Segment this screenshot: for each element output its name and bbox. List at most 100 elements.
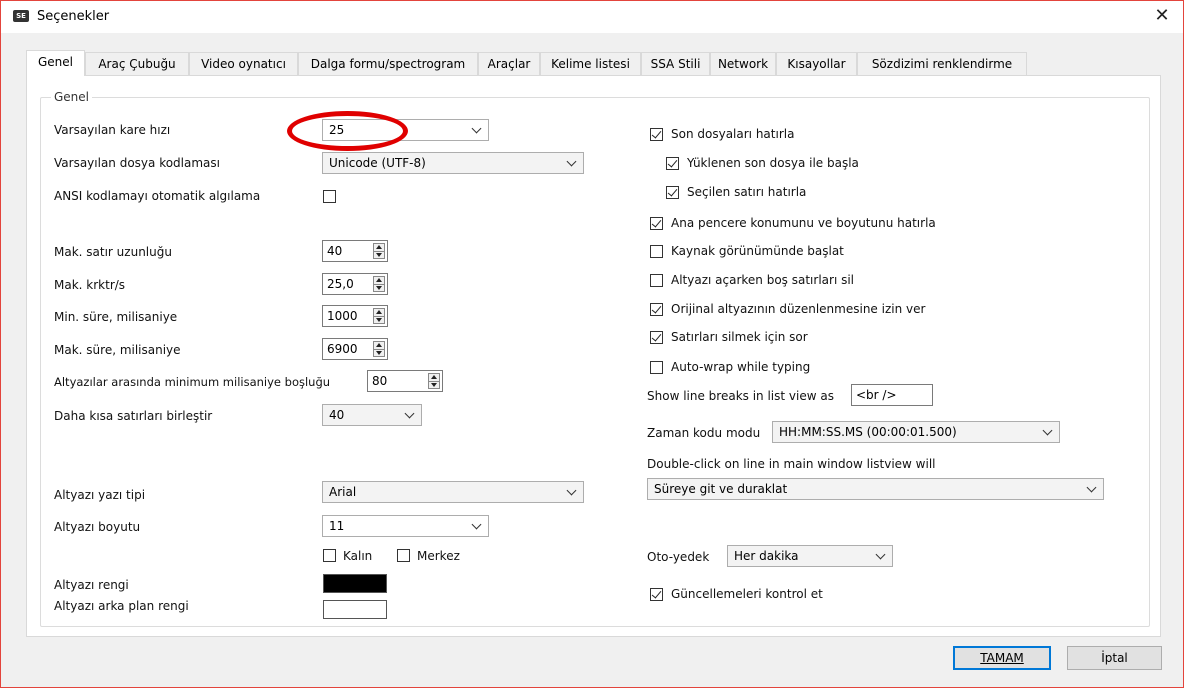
- option-label-6: Orijinal altyazının düzenlenmesine izin …: [671, 302, 926, 316]
- auto-backup-label: Oto-yedek: [647, 550, 710, 564]
- chevron-down-icon: [1042, 425, 1053, 436]
- subtitle-color-swatch[interactable]: [323, 574, 387, 593]
- app-icon: SE: [13, 10, 29, 22]
- timecode-combo[interactable]: HH:MM:SS.MS (00:00:01.500): [772, 421, 1060, 443]
- double-click-combo[interactable]: Süreye git ve duraklat: [647, 478, 1104, 500]
- double-click-label: Double-click on line in main window list…: [647, 457, 936, 471]
- subtitle-color-label: Altyazı rengi: [54, 578, 129, 592]
- max-cps-label: Mak. krktr/s: [54, 278, 126, 292]
- ansi-checkbox[interactable]: [323, 190, 336, 203]
- chevron-down-icon: [471, 123, 482, 134]
- encoding-combo[interactable]: Unicode (UTF-8): [322, 152, 584, 174]
- check-updates-label: Güncellemeleri kontrol et: [671, 587, 823, 601]
- option-label-5: Altyazı açarken boş satırları sil: [671, 273, 855, 287]
- tab-network[interactable]: Network: [710, 52, 776, 75]
- line-breaks-label: Show line breaks in list view as: [647, 389, 834, 403]
- group-genel: Genel Varsayılan kare hızı 25 Varsayılan…: [40, 90, 1150, 627]
- ok-label: TAMAM: [980, 651, 1024, 665]
- option-checkbox-8[interactable]: [650, 361, 663, 374]
- title-bar: SE Seçenekler ✕: [1, 1, 1183, 33]
- tab-video-oynatici[interactable]: Video oynatıcı: [189, 52, 298, 75]
- merge-lines-combo[interactable]: 40: [322, 404, 422, 426]
- spin-buttons[interactable]: [373, 243, 385, 259]
- spin-buttons[interactable]: [373, 341, 385, 357]
- spin-buttons[interactable]: [428, 373, 440, 389]
- tab-sozdizimi[interactable]: Sözdizimi renklendirme: [857, 52, 1027, 75]
- max-duration-value: 6900: [327, 342, 358, 356]
- option-checkbox-0[interactable]: [650, 128, 663, 141]
- options-window: SE Seçenekler ✕ Genel Araç Çubuğu Video …: [0, 0, 1184, 688]
- option-label-4: Kaynak görünümünde başlat: [671, 244, 844, 258]
- min-gap-value: 80: [372, 374, 388, 388]
- min-duration-label: Min. süre, milisaniye: [54, 310, 178, 324]
- tab-arac-cubugu[interactable]: Araç Çubuğu: [85, 52, 189, 75]
- font-size-label: Altyazı boyutu: [54, 520, 141, 534]
- bold-checkbox[interactable]: [323, 549, 336, 562]
- auto-backup-combo[interactable]: Her dakika: [727, 545, 893, 567]
- chevron-down-icon: [875, 549, 886, 560]
- tab-kelime-listesi[interactable]: Kelime listesi: [540, 52, 641, 75]
- encoding-label: Varsayılan dosya kodlaması: [54, 156, 220, 170]
- center-checkbox[interactable]: [397, 549, 410, 562]
- max-line-length-value: 40: [327, 244, 343, 258]
- subtitle-bg-color-swatch[interactable]: [323, 600, 387, 619]
- option-label-8: Auto-wrap while typing: [671, 360, 811, 374]
- max-cps-value: 25,0: [327, 277, 354, 291]
- close-icon[interactable]: ✕: [1151, 5, 1173, 27]
- window-title: Seçenekler: [37, 9, 110, 24]
- chevron-down-icon: [1086, 482, 1097, 493]
- tab-dalga-formu[interactable]: Dalga formu/spectrogram: [298, 52, 478, 75]
- line-breaks-input[interactable]: <br />: [851, 384, 933, 406]
- auto-backup-value: Her dakika: [734, 549, 799, 563]
- font-label: Altyazı yazı tipi: [54, 488, 146, 502]
- tab-araclar[interactable]: Araçlar: [478, 52, 540, 75]
- option-checkbox-3[interactable]: [650, 217, 663, 230]
- merge-lines-label: Daha kısa satırları birleştir: [54, 409, 213, 423]
- timecode-label: Zaman kodu modu: [647, 426, 761, 440]
- max-cps-stepper[interactable]: 25,0: [322, 273, 388, 295]
- chevron-down-icon: [566, 485, 577, 496]
- max-duration-label: Mak. süre, milisaniye: [54, 343, 181, 357]
- font-size-combo[interactable]: 11: [322, 515, 489, 537]
- font-combo[interactable]: Arial: [322, 481, 584, 503]
- tab-genel[interactable]: Genel: [26, 50, 85, 76]
- bold-label: Kalın: [343, 549, 373, 563]
- check-updates-checkbox[interactable]: [650, 588, 663, 601]
- option-checkbox-2[interactable]: [666, 186, 679, 199]
- min-gap-stepper[interactable]: 80: [367, 370, 443, 392]
- option-checkbox-7[interactable]: [650, 331, 663, 344]
- frame-rate-label: Varsayılan kare hızı: [54, 123, 171, 137]
- option-label-2: Seçilen satırı hatırla: [687, 185, 807, 199]
- tab-panel: Genel Varsayılan kare hızı 25 Varsayılan…: [26, 75, 1161, 637]
- tab-kisayollar[interactable]: Kısayollar: [776, 52, 857, 75]
- option-label-7: Satırları silmek için sor: [671, 330, 808, 344]
- double-click-value: Süreye git ve duraklat: [654, 482, 788, 496]
- option-checkbox-4[interactable]: [650, 245, 663, 258]
- option-checkbox-5[interactable]: [650, 274, 663, 287]
- option-label-0: Son dosyaları hatırla: [671, 127, 795, 141]
- chevron-down-icon: [471, 519, 482, 530]
- min-duration-value: 1000: [327, 309, 358, 323]
- max-line-length-stepper[interactable]: 40: [322, 240, 388, 262]
- option-checkbox-6[interactable]: [650, 303, 663, 316]
- ansi-label: ANSI kodlamayı otomatik algılama: [54, 189, 261, 203]
- font-value: Arial: [329, 485, 357, 499]
- min-gap-label: Altyazılar arasında minimum milisaniye b…: [54, 375, 331, 389]
- font-size-value: 11: [329, 519, 345, 533]
- chevron-down-icon: [566, 156, 577, 167]
- max-line-length-label: Mak. satır uzunluğu: [54, 245, 172, 259]
- option-checkbox-1[interactable]: [666, 157, 679, 170]
- spin-buttons[interactable]: [373, 308, 385, 324]
- option-label-1: Yüklenen son dosya ile başla: [687, 156, 859, 170]
- center-label: Merkez: [417, 549, 460, 563]
- cancel-button[interactable]: İptal: [1067, 646, 1162, 670]
- subtitle-bg-color-label: Altyazı arka plan rengi: [54, 599, 189, 613]
- chevron-down-icon: [404, 408, 415, 419]
- ok-button[interactable]: TAMAM: [953, 646, 1051, 670]
- tab-ssa-stili[interactable]: SSA Stili: [641, 52, 710, 75]
- encoding-value: Unicode (UTF-8): [329, 156, 426, 170]
- option-label-3: Ana pencere konumunu ve boyutunu hatırla: [671, 216, 936, 230]
- spin-buttons[interactable]: [373, 276, 385, 292]
- min-duration-stepper[interactable]: 1000: [322, 305, 388, 327]
- max-duration-stepper[interactable]: 6900: [322, 338, 388, 360]
